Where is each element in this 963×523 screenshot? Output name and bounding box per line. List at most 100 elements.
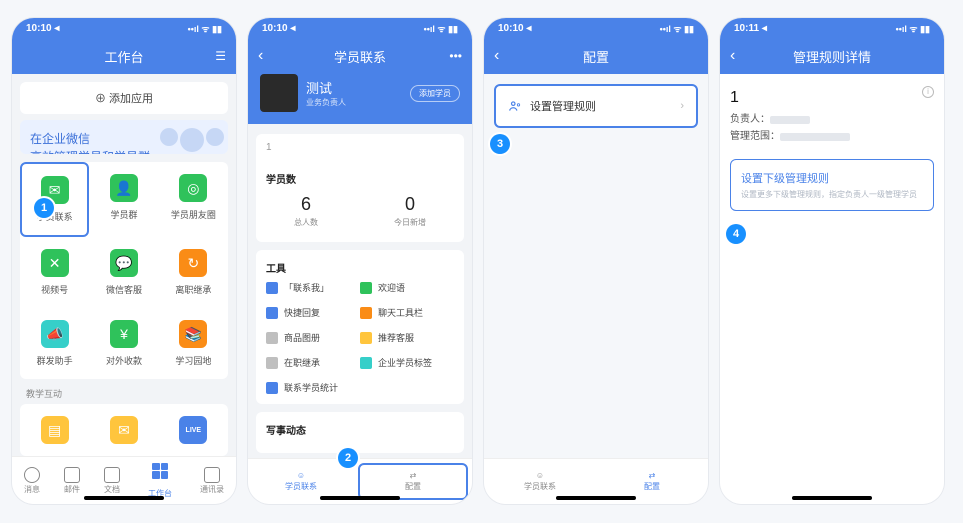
app-moments[interactable]: ◎ 学员朋友圈 [159,162,228,237]
app-label: 离职继承 [175,283,211,296]
tools-card: 工具 「联系我」 欢迎语 快捷回复 聊天工具栏 商品图册 推荐客服 在职继承 企… [256,250,464,404]
section-teaching-title: 教学互动 [26,387,236,400]
more-icon[interactable]: ••• [449,49,462,63]
tab-messages[interactable]: 消息 [24,467,40,495]
remark-card[interactable]: 写事动态 [256,412,464,453]
stat-total[interactable]: 6 总人数 [294,194,318,228]
tool-icon [360,332,372,344]
group-icon: 👤 [110,174,138,202]
screen-workbench: 1 10:10 ◂ ••ıl ᯤ ▮▮ 工作台 ☰ ⊕ 添加应用 在企业微信 高… [12,18,236,504]
app-grid: ✉ 学员联系 👤 学员群 ◎ 学员朋友圈 ✕ 视频号 💬 微信客服 ↻ 离职继承 [20,162,228,379]
status-bar: 10:10 ◂ ••ıl ᯤ ▮▮ [12,18,236,38]
app-wechat-cs[interactable]: 💬 微信客服 [89,237,158,308]
stat-total-value: 6 [294,194,318,215]
hero-illustration [160,128,224,152]
owner-row: 负责人： [730,111,934,128]
mail-icon: ✉ [110,416,138,444]
remark-header: 写事动态 [266,422,454,437]
teaching-item-live[interactable]: LIVE [159,404,228,456]
rule-detail-block: 1 负责人： 管理范围： i [730,84,934,145]
home-indicator [84,496,164,500]
add-student-button[interactable]: 添加学员 [410,85,460,102]
tool-chat-bar[interactable]: 聊天工具栏 [360,306,454,319]
app-payment[interactable]: ¥ 对外收款 [89,308,158,379]
add-app-button[interactable]: ⊕ 添加应用 [20,82,228,114]
doc-icon: ▤ [41,416,69,444]
grid-icon [152,463,168,479]
tool-recommend-cs[interactable]: 推荐客服 [360,331,454,344]
back-button[interactable]: ‹ [258,47,263,65]
redacted-scope [780,133,850,141]
page-title: 配置 [583,47,609,66]
teaching-item[interactable]: ▤ [20,404,89,456]
tool-contact-me[interactable]: 「联系我」 [266,281,360,294]
teaching-item[interactable]: ✉ [89,404,158,456]
content-scroll[interactable]: 1 学员数 6 总人数 0 今日新增 工具 「联系我」 欢迎语 快捷回复 聊天工… [248,124,472,458]
nav-bar: ‹ 配置 [484,38,708,74]
sub-rule-button[interactable]: 设置下级管理规则 设置更多下级管理规则，指定负责人一级管理学员 [730,159,934,211]
contacts-icon [204,467,220,483]
avatar[interactable] [260,74,298,112]
cs-icon: 💬 [110,249,138,277]
content-scroll[interactable]: ⊕ 添加应用 在企业微信 高效管理学员和学员群 学员使用微信即可 ✉ 学员联系 … [12,74,236,456]
search-input[interactable]: 1 [256,134,464,161]
home-indicator [556,496,636,500]
user-header: 测试 业务负责人 添加学员 [248,74,472,124]
chat-icon [24,467,40,483]
app-label: 学习园地 [175,354,211,367]
status-bar: 10:10 ◂ ••ıl ᯤ ▮▮ [484,18,708,38]
status-time: 10:10 ◂ [262,23,295,34]
video-icon: ✕ [41,249,69,277]
app-label: 对外收款 [106,354,142,367]
tab-config[interactable]: ⇄ 配置 [358,463,468,500]
app-video[interactable]: ✕ 视频号 [20,237,89,308]
header-area: 10:10 ◂ ••ıl ᯤ ▮▮ 工作台 ☰ [12,18,236,74]
rule-number: 1 [730,84,934,111]
config-row-label: 设置管理规则 [530,98,596,114]
app-broadcast[interactable]: 📣 群发助手 [20,308,89,379]
tab-contacts[interactable]: 通讯录 [200,467,224,495]
app-label: 学员群 [110,208,137,221]
app-resign-inherit[interactable]: ↻ 离职继承 [159,237,228,308]
info-icon[interactable]: i [922,86,934,98]
tab-workbench[interactable]: 工作台 [144,463,176,499]
hero-banner[interactable]: 在企业微信 高效管理学员和学员群 学员使用微信即可 [20,120,228,154]
stat-total-label: 总人数 [294,217,318,228]
tool-onjob-inherit[interactable]: 在职继承 [266,356,360,369]
back-button[interactable]: ‹ [494,47,499,65]
nav-bar: ‹ 学员联系 ••• [248,38,472,74]
tool-stats[interactable]: 联系学员统计 [266,381,360,394]
screen-student-contacts: 2 10:10 ◂ ••ıl ᯤ ▮▮ ‹ 学员联系 ••• 测试 业务负责人 … [248,18,472,504]
tool-product-album[interactable]: 商品图册 [266,331,360,344]
nav-bar: 工作台 ☰ [12,38,236,74]
tool-tags[interactable]: 企业学员标签 [360,356,454,369]
step-marker-2: 2 [338,448,358,468]
header-area: 10:10 ◂ ••ıl ᯤ ▮▮ ‹ 学员联系 ••• 测试 业务负责人 添加… [248,18,472,124]
step-marker-3: 3 [490,134,510,154]
status-time: 10:10 ◂ [498,23,531,34]
config-manage-rules-row[interactable]: 设置管理规则 › [494,84,698,128]
status-icons: ••ıl ᯤ ▮▮ [896,22,930,35]
tool-quick-reply[interactable]: 快捷回复 [266,306,360,319]
back-button[interactable]: ‹ [730,47,735,65]
tab-docs[interactable]: 文档 [104,467,120,495]
tab-mail[interactable]: 邮件 [64,467,80,495]
chevron-right-icon: › [680,100,684,112]
status-bar: 10:11 ◂ ••ıl ᯤ ▮▮ [720,18,944,38]
sub-rule-title: 设置下级管理规则 [741,170,923,186]
app-student-groups[interactable]: 👤 学员群 [89,162,158,237]
app-learning[interactable]: 📚 学习园地 [159,308,228,379]
status-icons: ••ıl ᯤ ▮▮ [424,22,458,35]
menu-icon[interactable]: ☰ [215,49,226,63]
tool-icon [266,332,278,344]
tool-welcome[interactable]: 欢迎语 [360,281,454,294]
app-label: 微信客服 [106,283,142,296]
stats-card: 学员数 6 总人数 0 今日新增 [256,161,464,242]
stat-today[interactable]: 0 今日新增 [394,194,426,228]
user-gear-icon [508,99,522,113]
home-indicator [792,496,872,500]
page-title: 管理规则详情 [793,47,871,66]
status-time: 10:11 ◂ [734,23,767,34]
redacted-owner [770,116,810,124]
app-student-contacts[interactable]: ✉ 学员联系 [20,162,89,237]
